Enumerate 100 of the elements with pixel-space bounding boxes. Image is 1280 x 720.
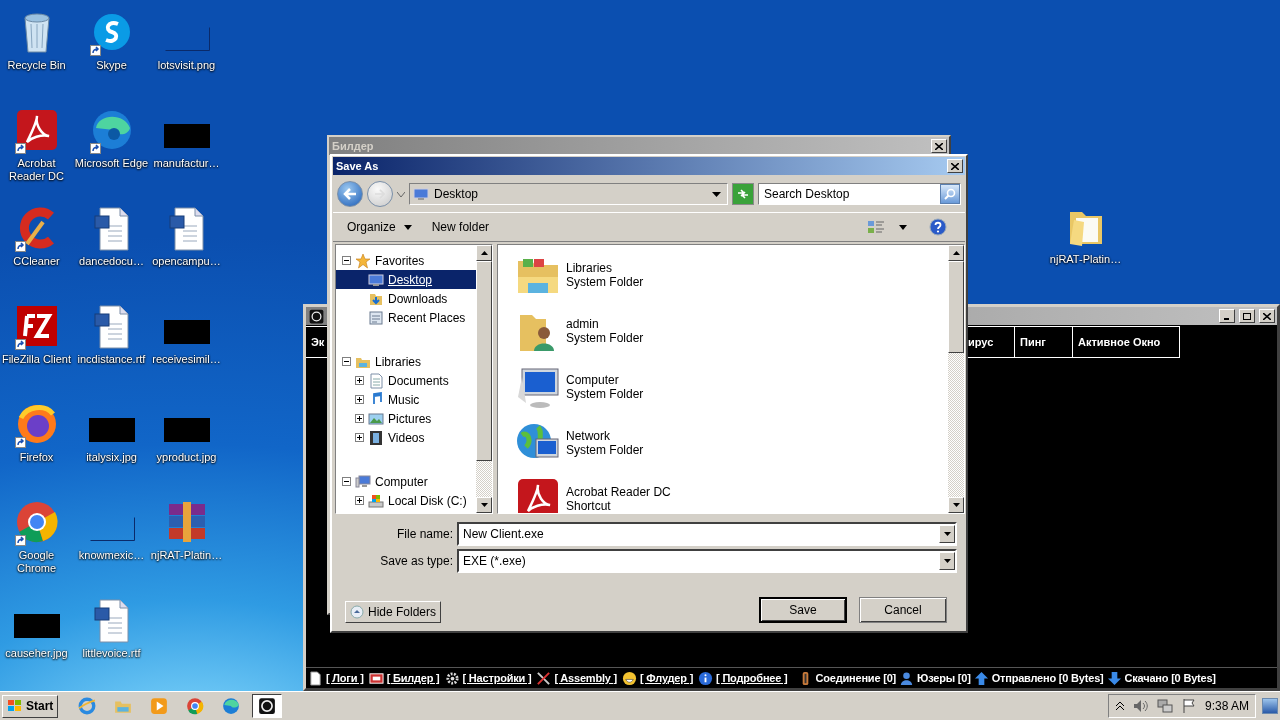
- scroll-thumb[interactable]: [476, 261, 492, 461]
- smiley-icon: [622, 670, 638, 686]
- close-button[interactable]: [947, 159, 963, 173]
- search-button[interactable]: [940, 184, 960, 204]
- collapse-icon[interactable]: [342, 357, 351, 366]
- menu-link[interactable]: [ Настройки ]: [462, 672, 532, 684]
- icon-label: knowmexic…: [78, 549, 145, 562]
- toolbar-button[interactable]: New folder: [423, 218, 498, 236]
- dialog-button[interactable]: Cancel: [859, 597, 947, 623]
- column-header[interactable]: Активное Окно: [1073, 326, 1180, 358]
- nav-item[interactable]: Recent Places: [336, 308, 476, 327]
- file-item[interactable]: admin System Folder: [514, 307, 948, 355]
- scrollbar[interactable]: [476, 245, 492, 513]
- file-item[interactable]: Network System Folder: [514, 419, 948, 467]
- dropdown-button[interactable]: [939, 525, 955, 543]
- scrollbar[interactable]: [948, 245, 964, 513]
- help-icon[interactable]: [929, 218, 947, 236]
- scroll-up-button[interactable]: [948, 245, 964, 261]
- scroll-up-button[interactable]: [476, 245, 492, 261]
- menu-link[interactable]: [ Билдер ]: [386, 672, 440, 684]
- user-icon: [899, 670, 915, 686]
- forward-button[interactable]: [367, 181, 393, 207]
- expand-icon[interactable]: [355, 496, 364, 505]
- file-item[interactable]: Libraries System Folder: [514, 251, 948, 299]
- nav-item[interactable]: Music: [336, 390, 476, 409]
- dialog-button[interactable]: Save: [759, 597, 847, 623]
- film-icon: [368, 429, 384, 446]
- close-button[interactable]: [931, 139, 947, 153]
- image-thumbnail-icon: [13, 614, 60, 638]
- expand-icon[interactable]: [355, 376, 364, 385]
- scroll-down-button[interactable]: [948, 497, 964, 513]
- nav-item[interactable]: Desktop: [336, 270, 476, 289]
- menu-link[interactable]: [ Флудер ]: [640, 672, 694, 684]
- icon-label: Recycle Bin: [7, 59, 66, 72]
- caret-icon: [712, 191, 721, 197]
- image-thumbnail-icon: [163, 418, 210, 442]
- browser-icon: [78, 697, 97, 715]
- speaker-icon[interactable]: [1132, 698, 1149, 714]
- start-button[interactable]: Start: [2, 694, 59, 718]
- back-button[interactable]: [337, 181, 363, 207]
- up-triangle-icon: [480, 251, 488, 255]
- down-arrow-icon: [1106, 670, 1122, 686]
- scroll-down-button[interactable]: [476, 497, 492, 513]
- dropdown-button[interactable]: [939, 552, 955, 570]
- column-header[interactable]: Пинг: [1015, 326, 1073, 358]
- file-item[interactable]: Computer System Folder: [514, 363, 948, 411]
- nav-item[interactable]: Downloads: [336, 289, 476, 308]
- file-item[interactable]: Acrobat Reader DC Shortcut: [514, 475, 948, 513]
- menu-link[interactable]: [ Логи ]: [326, 672, 364, 684]
- caret-icon[interactable]: [899, 224, 907, 230]
- monitor-icon: [413, 186, 429, 202]
- taskbar-app-button[interactable]: [252, 694, 283, 718]
- nav-item[interactable]: Videos: [336, 428, 476, 447]
- menu-link[interactable]: [ Assembly ]: [554, 672, 618, 684]
- nav-item[interactable]: Libraries: [336, 352, 476, 371]
- network-icon[interactable]: [1156, 698, 1173, 714]
- collapse-icon[interactable]: [342, 256, 351, 265]
- clock: 9:38 AM: [1204, 699, 1249, 713]
- document-icon: [368, 372, 384, 389]
- hide-folders-button[interactable]: Hide Folders: [345, 601, 442, 623]
- minimize-button[interactable]: [1219, 309, 1235, 323]
- expand-icon[interactable]: [355, 395, 364, 404]
- address-bar[interactable]: Desktop: [409, 183, 728, 205]
- icon-label: lotsvisit.png: [157, 59, 216, 72]
- nav-item[interactable]: Computer: [336, 472, 476, 491]
- image-thumbnail-icon: [88, 418, 135, 442]
- nav-item[interactable]: Favorites: [336, 251, 476, 270]
- status-counter: Отправлено [0 Bytes]: [991, 672, 1104, 684]
- search-box[interactable]: Search Desktop: [758, 183, 961, 205]
- status-counter: Скачано [0 Bytes]: [1124, 672, 1216, 684]
- search-field[interactable]: Search Desktop: [764, 187, 924, 201]
- icon-label: njRAT-Platin…: [1049, 253, 1122, 266]
- refresh-icon: [736, 188, 750, 200]
- nav-item[interactable]: Local Disk (C:): [336, 491, 476, 510]
- file-name: admin: [566, 317, 600, 331]
- toolbar-button[interactable]: Organize: [339, 218, 420, 236]
- refresh-button[interactable]: [732, 183, 754, 205]
- show-desktop-button[interactable]: [1262, 698, 1278, 714]
- file-name-field[interactable]: New Client.exe: [457, 522, 957, 546]
- expand-icon[interactable]: [355, 433, 364, 442]
- maximize-button[interactable]: [1239, 309, 1255, 323]
- browser-icon: [222, 697, 241, 715]
- close-button[interactable]: [1259, 309, 1275, 323]
- icon-label: italysix.jpg: [86, 451, 137, 464]
- scroll-thumb[interactable]: [948, 261, 964, 353]
- caret-icon: [403, 224, 412, 230]
- picture-icon: [368, 410, 384, 427]
- flag-logo-icon: [7, 699, 23, 713]
- file-type-dropdown[interactable]: EXE (*.exe): [457, 549, 957, 573]
- up-arrow-icon: [973, 670, 989, 686]
- nav-item[interactable]: Documents: [336, 371, 476, 390]
- nav-item[interactable]: Pictures: [336, 409, 476, 428]
- browser-icon: [186, 697, 205, 715]
- flag-icon[interactable]: [1180, 698, 1197, 714]
- icon-label: littlevoice.rtf: [82, 647, 141, 660]
- menu-link[interactable]: [ Подробнее ]: [716, 672, 788, 684]
- expand-icon[interactable]: [355, 414, 364, 423]
- collapse-icon[interactable]: [342, 477, 351, 486]
- icon-label: Google Chrome: [15, 549, 58, 575]
- blank-thumbnail-icon: [164, 27, 210, 51]
